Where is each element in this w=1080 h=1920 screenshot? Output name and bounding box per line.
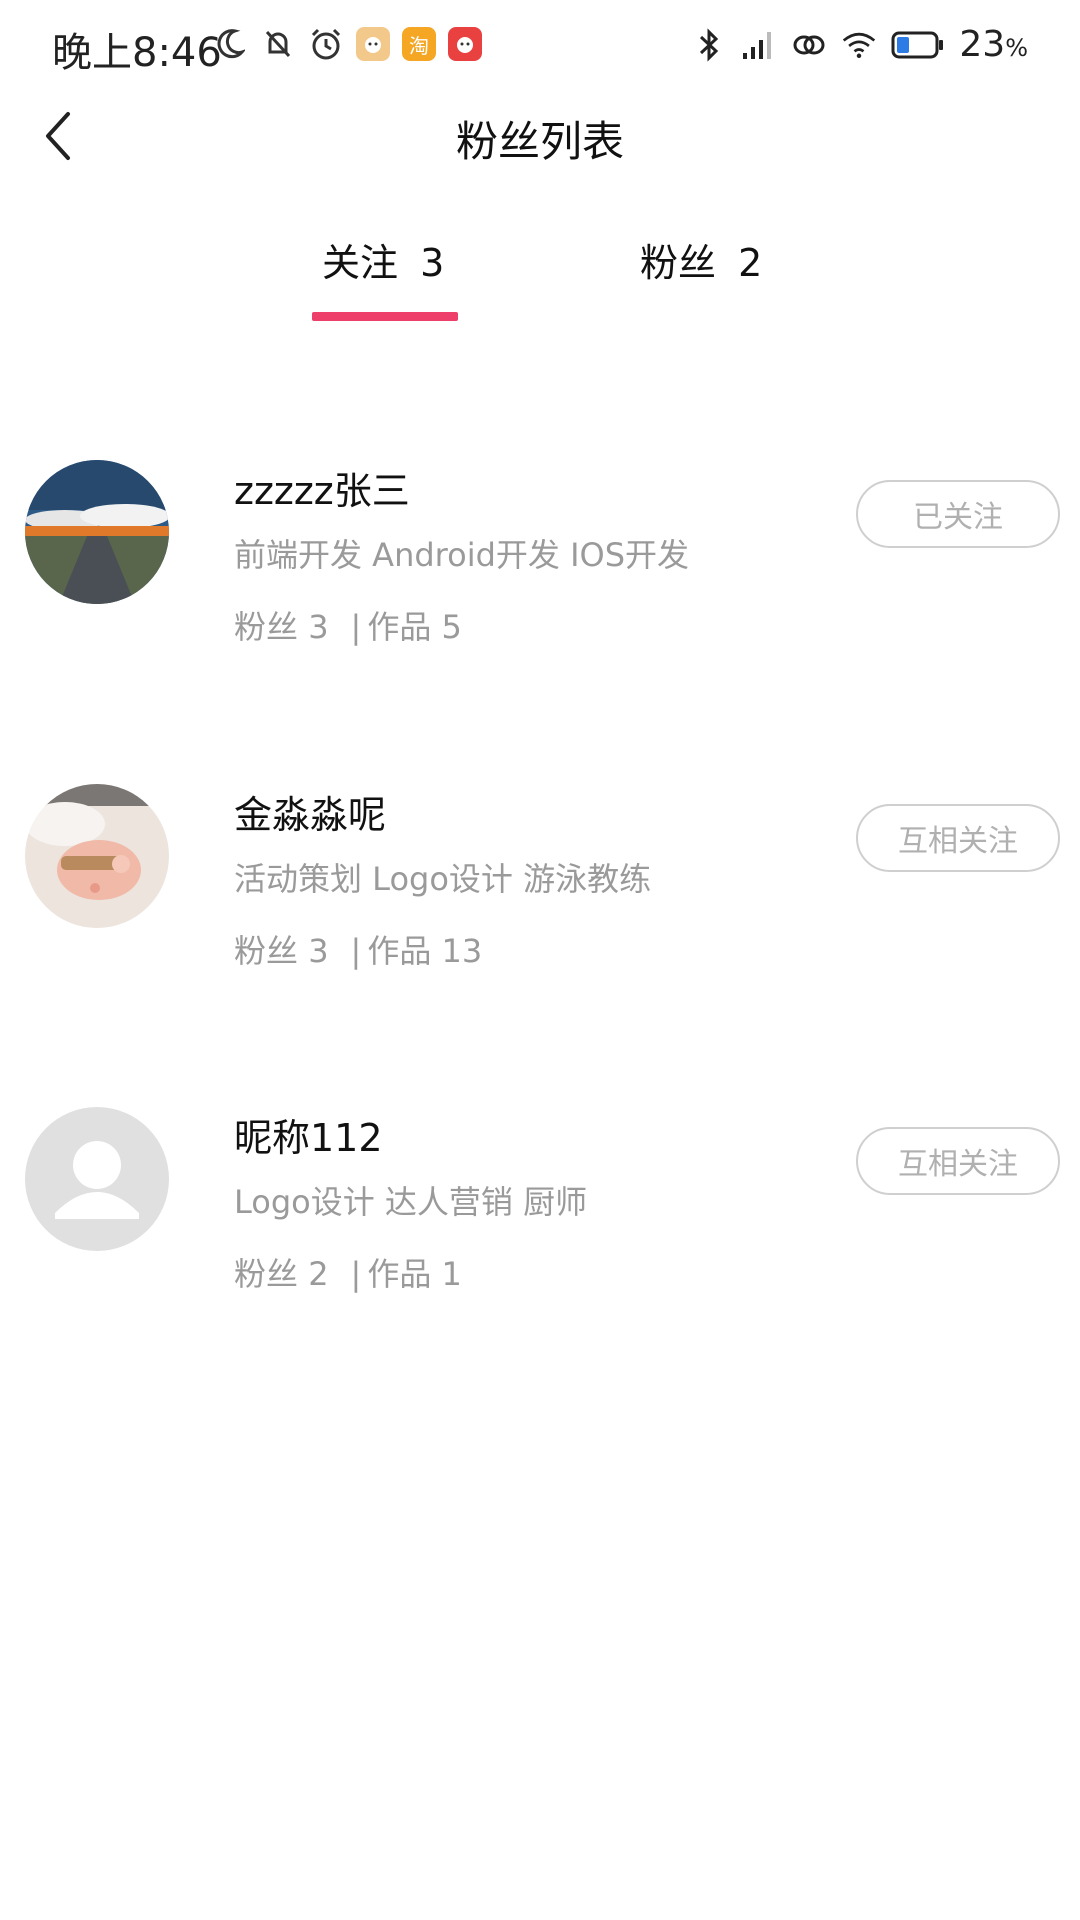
active-tab-indicator xyxy=(312,312,458,321)
tab-count: 2 xyxy=(738,241,763,285)
bluetooth-icon xyxy=(691,27,727,63)
list-item[interactable]: 金淼淼呢 活动策划 Logo设计 游泳教练 粉丝 3 | 作品 13 互相关注 xyxy=(0,784,1080,984)
follow-status-button[interactable]: 互相关注 xyxy=(856,804,1060,872)
link-icon xyxy=(791,27,827,63)
bell-muted-icon xyxy=(260,26,296,62)
moon-icon xyxy=(212,26,248,62)
app-icon-taobao: 淘 xyxy=(402,27,436,61)
user-name: 金淼淼呢 xyxy=(234,793,387,837)
avatar[interactable] xyxy=(25,460,169,604)
tab-label: 粉丝 xyxy=(640,241,717,285)
tab-fans[interactable]: 粉丝 2 xyxy=(640,232,762,287)
status-bar: 晚上8:46 淘 23% xyxy=(0,0,1080,96)
page-title: 粉丝列表 xyxy=(455,117,624,166)
list-item[interactable]: zzzzz张三 前端开发 Android开发 IOS开发 粉丝 3 | 作品 5 已… xyxy=(0,460,1080,660)
status-right-icons: 23% xyxy=(691,24,1028,65)
tab-count: 3 xyxy=(420,241,445,285)
default-avatar-icon xyxy=(25,1107,169,1251)
avatar[interactable] xyxy=(25,784,169,928)
alarm-icon xyxy=(308,26,344,62)
tab-following[interactable]: 关注 3 xyxy=(322,232,444,287)
status-time: 晚上8:46 xyxy=(52,30,222,76)
app-icon-1 xyxy=(356,27,390,61)
signal-icon xyxy=(741,27,777,63)
follow-status-button[interactable]: 已关注 xyxy=(856,480,1060,548)
user-tags: 活动策划 Logo设计 游泳教练 xyxy=(234,860,652,898)
avatar[interactable] xyxy=(25,1107,169,1251)
user-stats: 粉丝 3 | 作品 13 xyxy=(234,932,483,970)
user-tags: Logo设计 达人营销 厨师 xyxy=(234,1183,588,1221)
list-item[interactable]: 昵称112 Logo设计 达人营销 厨师 粉丝 2 | 作品 1 互相关注 xyxy=(0,1107,1080,1307)
user-name: 昵称112 xyxy=(234,1116,383,1160)
wifi-icon xyxy=(841,27,877,63)
user-stats: 粉丝 3 | 作品 5 xyxy=(234,608,462,646)
user-stats: 粉丝 2 | 作品 1 xyxy=(234,1255,462,1293)
tab-label: 关注 xyxy=(322,241,399,285)
user-tags: 前端开发 Android开发 IOS开发 xyxy=(234,536,690,574)
app-icon-3 xyxy=(448,27,482,61)
battery-icon xyxy=(891,27,945,63)
follow-status-button[interactable]: 互相关注 xyxy=(856,1127,1060,1195)
user-name: zzzzz张三 xyxy=(234,469,410,513)
battery-level: 23% xyxy=(959,24,1028,65)
status-left-icons: 淘 xyxy=(212,26,482,62)
